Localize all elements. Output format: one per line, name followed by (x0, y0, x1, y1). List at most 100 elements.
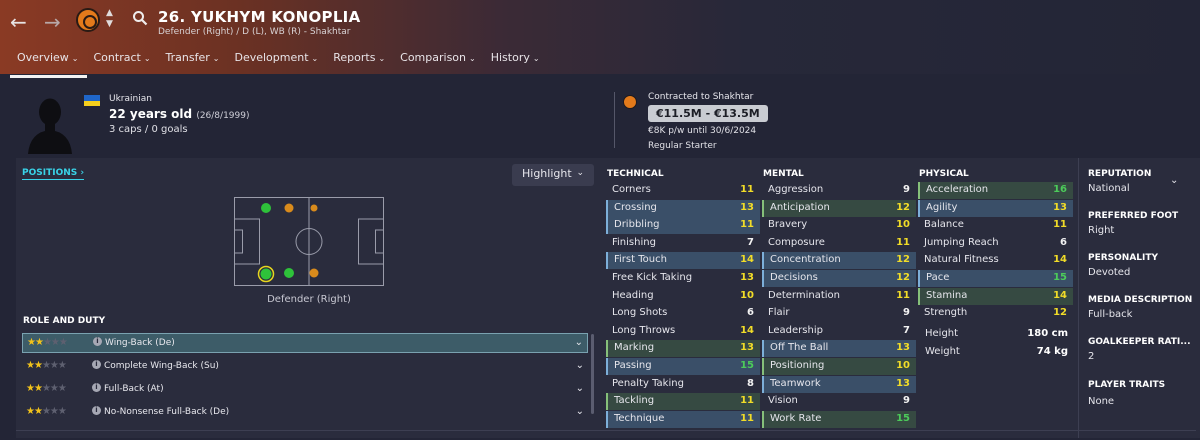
tab-transfer[interactable]: Transfer ⌄ (159, 50, 228, 72)
technical-attribute-row[interactable]: Finishing 7 (606, 235, 760, 252)
back-arrow-icon[interactable]: ← (10, 10, 27, 34)
tab-history[interactable]: History ⌄ (484, 50, 548, 72)
chevron-down-icon[interactable]: ⌄ (576, 406, 584, 417)
chevron-down-icon[interactable]: ⌄ (575, 337, 583, 348)
attribute-name: Vision (768, 395, 798, 407)
mental-attribute-row[interactable]: Leadership 7 (762, 323, 916, 340)
attribute-name: Passing (614, 360, 652, 371)
chevron-down-icon: ⌄ (378, 54, 386, 63)
tab-comparison[interactable]: Comparison ⌄ (393, 50, 484, 72)
technical-attribute-row[interactable]: Tackling 11 (606, 393, 760, 411)
position-pitch (234, 197, 384, 286)
chevron-down-icon: ⌄ (212, 54, 220, 63)
mental-attribute-row[interactable]: Positioning 10 (762, 358, 916, 375)
caps-goals: 3 caps / 0 goals (109, 124, 188, 135)
physical-attribute-row[interactable]: Balance 11 (918, 217, 1073, 234)
tab-reports[interactable]: Reports ⌄ (326, 50, 393, 72)
highlight-dropdown[interactable]: Highlight ⌄ (512, 164, 594, 186)
mental-attribute-row[interactable]: Determination 11 (762, 288, 916, 305)
attribute-name: Pace (926, 272, 950, 283)
chevron-down-icon: ⌄ (143, 54, 151, 63)
info-icon[interactable]: i (92, 360, 101, 369)
chevron-down-icon: ⌄ (532, 54, 540, 63)
attribute-value: 13 (896, 377, 910, 389)
attribute-name: Jumping Reach (924, 236, 999, 248)
attribute-name: Determination (768, 289, 841, 301)
mental-attribute-row[interactable]: Vision 9 (762, 393, 916, 410)
info-icon[interactable]: i (92, 383, 101, 392)
physical-attribute-row[interactable]: Pace 15 (918, 270, 1073, 287)
contracted-to: Contracted to Shakhtar (648, 92, 754, 102)
attribute-name: Composure (768, 236, 825, 248)
mental-attribute-row[interactable]: Aggression 9 (762, 182, 916, 199)
attribute-value: 11 (896, 236, 910, 248)
technical-attribute-row[interactable]: First Touch 14 (606, 252, 760, 270)
physical-attribute-row[interactable]: Acceleration 16 (918, 182, 1073, 199)
mental-attribute-row[interactable]: Bravery 10 (762, 217, 916, 234)
star-rating-icon: ★★★★★ (26, 360, 67, 371)
club-badge-icon[interactable] (623, 95, 637, 109)
tab-contract[interactable]: Contract ⌄ (87, 50, 159, 72)
technical-attribute-row[interactable]: Marking 13 (606, 340, 760, 358)
positions-link[interactable]: POSITIONS › (22, 168, 85, 180)
tab-development[interactable]: Development ⌄ (227, 50, 326, 72)
technical-attribute-row[interactable]: Free Kick Taking 13 (606, 270, 760, 287)
ukraine-flag-icon (84, 95, 100, 106)
physical-attribute-row[interactable]: Stamina 14 (918, 287, 1073, 305)
technical-attribute-row[interactable]: Corners 11 (606, 182, 760, 199)
mental-attribute-row[interactable]: Work Rate 15 (762, 410, 916, 428)
technical-attribute-row[interactable]: Passing 15 (606, 358, 760, 375)
attribute-value: 10 (896, 219, 910, 231)
chevron-down-icon[interactable]: ⌄ (576, 360, 584, 371)
physical-attribute-row[interactable]: Natural Fitness 14 (918, 252, 1073, 269)
attribute-name: Flair (768, 307, 790, 319)
chevron-down-icon[interactable]: ⌄ (1170, 175, 1178, 186)
role-item-wing-back[interactable]: ★★★★★ i Wing-Back (De) ⌄ (22, 333, 588, 353)
physical-attribute-row[interactable]: Strength 12 (918, 305, 1073, 322)
mental-attribute-row[interactable]: Anticipation 12 (762, 199, 916, 217)
nationality: Ukrainian (109, 94, 152, 104)
media-description-label: MEDIA DESCRIPTION (1088, 295, 1193, 305)
personality-label: PERSONALITY (1088, 253, 1159, 263)
position-dot-dl (261, 203, 271, 213)
mental-attribute-row[interactable]: Teamwork 13 (762, 375, 916, 393)
technical-attribute-row[interactable]: Crossing 13 (606, 199, 760, 217)
technical-attribute-row[interactable]: Long Shots 6 (606, 305, 760, 322)
role-item-complete-wing-back[interactable]: ★★★★★ i Complete Wing-Back (Su) ⌄ (22, 357, 588, 377)
attribute-value: 13 (740, 201, 754, 213)
attribute-value: 7 (747, 236, 754, 248)
divider (614, 92, 615, 148)
attribute-value: 15 (740, 360, 754, 371)
forward-arrow-icon[interactable]: → (44, 10, 61, 34)
mental-attribute-row[interactable]: Composure 11 (762, 235, 916, 252)
technical-attribute-row[interactable]: Penalty Taking 8 (606, 376, 760, 393)
mental-attribute-row[interactable]: Flair 9 (762, 305, 916, 322)
chevron-down-icon[interactable]: ⌄ (576, 383, 584, 394)
attribute-name: Concentration (770, 254, 841, 266)
up-down-chevron-icon[interactable]: ▲ ▼ (106, 8, 113, 30)
mental-attribute-row[interactable]: Decisions 12 (762, 270, 916, 287)
attribute-value: 7 (903, 324, 910, 336)
technical-attribute-row[interactable]: Heading 10 (606, 288, 760, 305)
info-icon[interactable]: i (93, 337, 102, 346)
mental-attribute-row[interactable]: Concentration 12 (762, 252, 916, 270)
role-item-no-nonsense-full-back[interactable]: ★★★★★ i No-Nonsense Full-Back (De) ⌄ (22, 403, 588, 423)
technical-attribute-row[interactable]: Long Throws 14 (606, 323, 760, 340)
attribute-name: Dribbling (614, 219, 660, 231)
physical-attribute-row[interactable]: Jumping Reach 6 (918, 235, 1073, 252)
attribute-value: 15 (896, 412, 910, 424)
physical-attribute-row[interactable]: Agility 13 (918, 199, 1073, 217)
search-icon[interactable] (132, 10, 148, 26)
mental-attribute-row[interactable]: Off The Ball 13 (762, 340, 916, 358)
info-icon[interactable]: i (92, 406, 101, 415)
attribute-name: Long Shots (612, 307, 668, 319)
roles-scrollbar[interactable] (591, 334, 594, 414)
chevron-down-icon: ⌄ (71, 54, 79, 63)
club-logo-icon[interactable] (76, 8, 100, 32)
transfer-value[interactable]: €11.5M - €13.5M (648, 105, 768, 122)
tab-overview[interactable]: Overview ⌄ (10, 50, 87, 78)
position-dot-wbl (284, 203, 294, 213)
technical-attribute-row[interactable]: Technique 11 (606, 410, 760, 428)
role-item-full-back[interactable]: ★★★★★ i Full-Back (At) ⌄ (22, 380, 588, 400)
technical-attribute-row[interactable]: Dribbling 11 (606, 217, 760, 235)
